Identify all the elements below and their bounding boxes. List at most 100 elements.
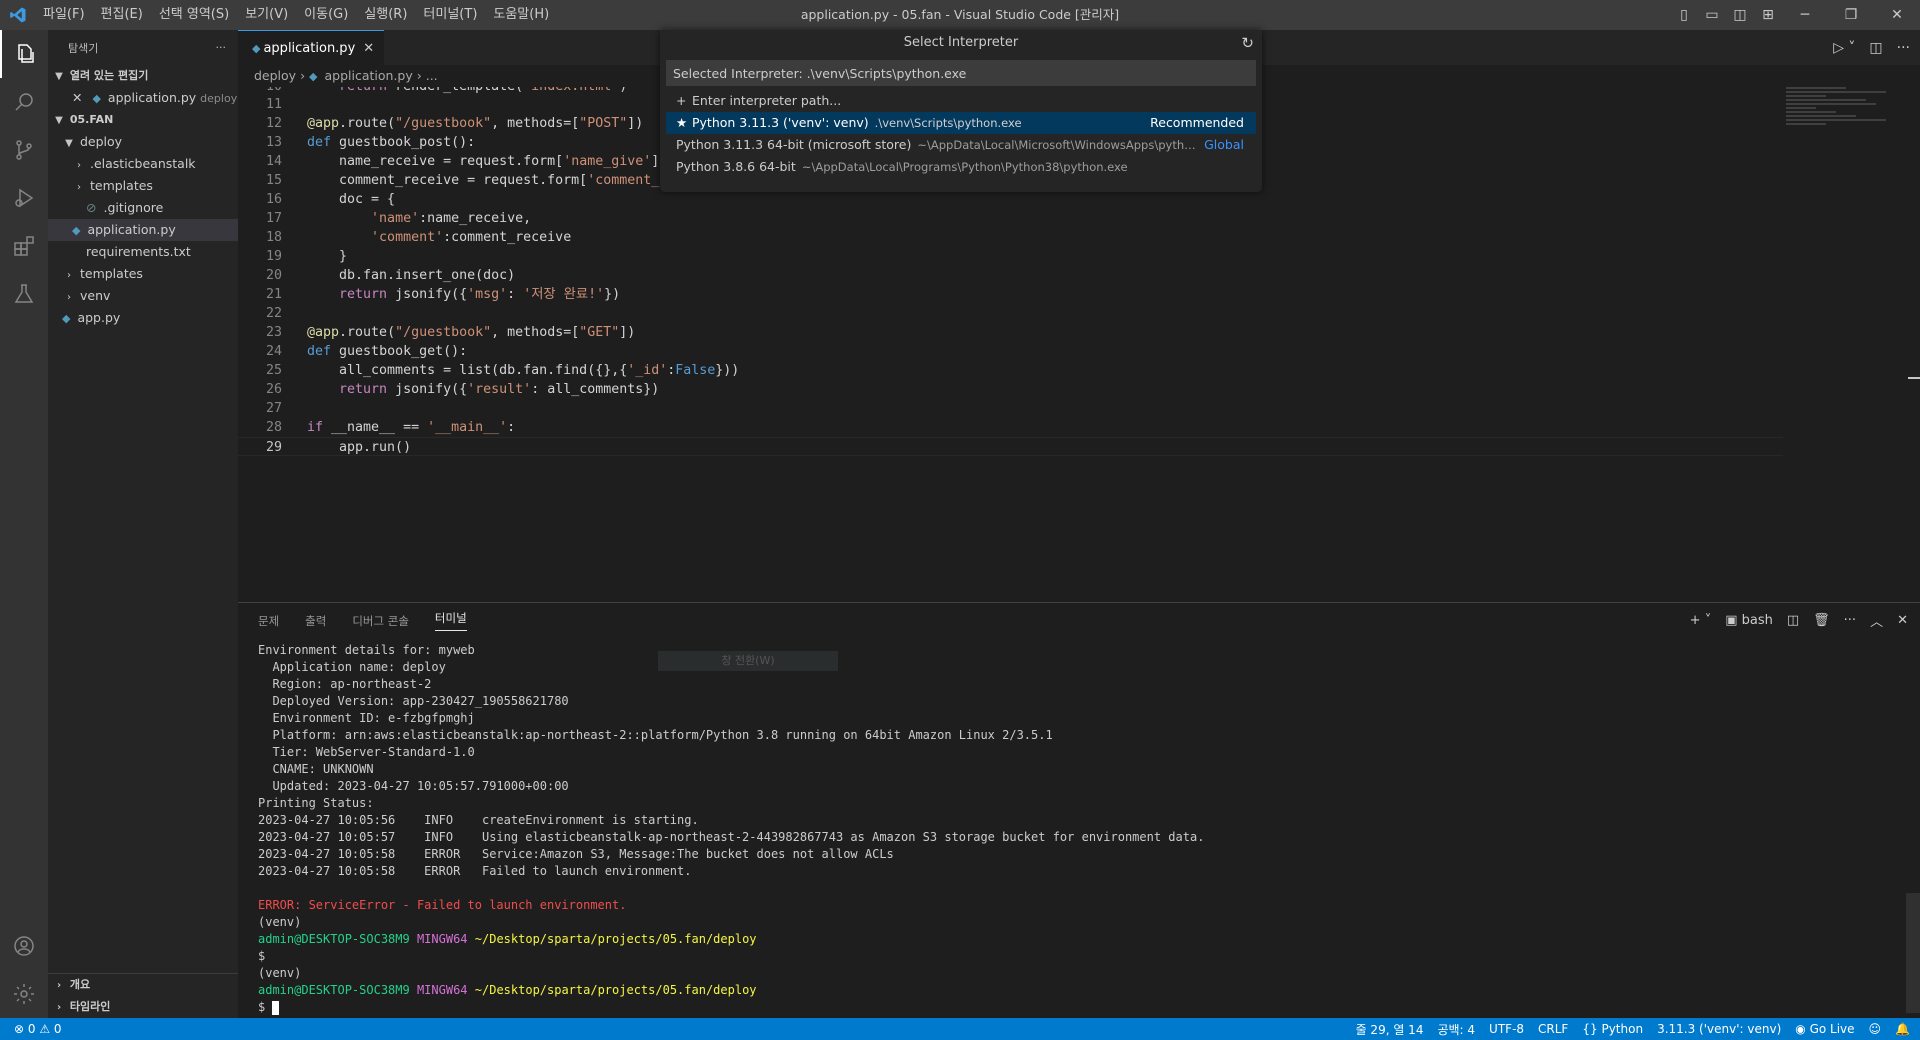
- tree-file-requirements[interactable]: requirements.txt: [48, 241, 238, 263]
- split-terminal-icon[interactable]: ◫: [1787, 613, 1799, 628]
- code-line[interactable]: 22: [238, 304, 1783, 323]
- enter-interpreter-path-item[interactable]: + Enter interpreter path...: [666, 90, 1256, 112]
- terminal-scrollbar[interactable]: [1906, 893, 1920, 1013]
- tree-folder-venv[interactable]: › venv: [48, 285, 238, 307]
- tab-output[interactable]: 출력: [305, 613, 326, 629]
- toggle-sidebar-icon[interactable]: ▯: [1670, 0, 1698, 30]
- folder-label: templates: [79, 266, 143, 281]
- explorer-icon[interactable]: [0, 30, 48, 78]
- interpreter-item-py38[interactable]: Python 3.8.6 64-bit ~\AppData\Local\Prog…: [666, 156, 1256, 178]
- prompt-user: admin@DESKTOP-SOC38M9: [258, 932, 410, 946]
- source-control-icon[interactable]: [0, 126, 48, 174]
- customize-layout-icon[interactable]: ⊞: [1754, 0, 1782, 30]
- interpreter-item-venv[interactable]: ★ Python 3.11.3 ('venv': venv) .\venv\Sc…: [666, 112, 1256, 134]
- open-editor-filename: application.py: [107, 90, 197, 105]
- menu-terminal[interactable]: 터미널(T): [415, 0, 485, 30]
- accounts-icon[interactable]: [0, 922, 48, 970]
- tab-terminal[interactable]: 터미널: [434, 610, 467, 631]
- toggle-secondary-sidebar-icon[interactable]: ◫: [1726, 0, 1754, 30]
- run-debug-icon[interactable]: [0, 174, 48, 222]
- code-line[interactable]: 29 app.run(): [238, 437, 1783, 456]
- kill-terminal-icon[interactable]: 🗑: [1813, 613, 1830, 628]
- menu-help[interactable]: 도움말(H): [485, 0, 557, 30]
- close-panel-icon[interactable]: ✕: [1897, 613, 1908, 628]
- more-actions-icon[interactable]: ···: [1897, 40, 1910, 56]
- code-line[interactable]: 24 def guestbook_get():: [238, 342, 1783, 361]
- problems-status[interactable]: ⊗ 0 ⚠ 0: [14, 1022, 62, 1036]
- breadcrumb-file[interactable]: application.py: [325, 68, 413, 83]
- maximize-panel-icon[interactable]: ︿: [1870, 611, 1883, 630]
- toggle-panel-icon[interactable]: ▭: [1698, 0, 1726, 30]
- breadcrumb-folder[interactable]: deploy: [254, 68, 296, 83]
- extensions-icon[interactable]: [0, 222, 48, 270]
- python-interpreter[interactable]: 3.11.3 ('venv': venv): [1657, 1022, 1781, 1036]
- more-actions-icon[interactable]: ···: [1844, 613, 1856, 628]
- close-editor-icon[interactable]: ✕: [72, 90, 82, 105]
- minimize-icon[interactable]: ─: [1782, 0, 1828, 30]
- split-editor-icon[interactable]: ◫: [1869, 40, 1882, 56]
- menu-edit[interactable]: 편집(E): [93, 0, 151, 30]
- code-line[interactable]: 23 @app.route("/guestbook", methods=["GET…: [238, 323, 1783, 342]
- terminal-prompt-line: admin@DESKTOP-SOC38M9 MINGW64 ~/Desktop/…: [258, 931, 1204, 948]
- code-line[interactable]: 17 'name':name_receive,: [238, 209, 1783, 228]
- menu-go[interactable]: 이동(G): [296, 0, 356, 30]
- close-tab-icon[interactable]: ✕: [363, 41, 374, 56]
- tree-folder-templates-inner[interactable]: › templates: [48, 175, 238, 197]
- breadcrumb-more[interactable]: ...: [426, 68, 438, 83]
- cursor-position[interactable]: 줄 29, 열 14: [1356, 1021, 1424, 1038]
- code-line[interactable]: 20 db.fan.insert_one(doc): [238, 266, 1783, 285]
- menu-view[interactable]: 보기(V): [237, 0, 296, 30]
- broadcast-icon: ◉: [1795, 1022, 1806, 1036]
- indentation[interactable]: 공백: 4: [1437, 1021, 1475, 1038]
- workspace-section[interactable]: ▼ 05.FAN: [48, 109, 238, 131]
- tree-file-application[interactable]: ◆ application.py: [48, 219, 238, 241]
- more-actions-icon[interactable]: ···: [216, 41, 227, 54]
- new-terminal-icon[interactable]: + ˅: [1690, 613, 1712, 628]
- tree-file-app[interactable]: ◆ app.py: [48, 307, 238, 329]
- feedback-icon[interactable]: ☺: [1869, 1022, 1882, 1036]
- open-editor-item[interactable]: ✕ ◆ application.py deploy: [48, 87, 238, 109]
- tab-application-py[interactable]: ◆ application.py ✕: [238, 30, 385, 65]
- interpreter-input[interactable]: Selected Interpreter: .\venv\Scripts\pyt…: [666, 60, 1256, 86]
- terminal-input-line[interactable]: $: [258, 999, 1204, 1016]
- menu-file[interactable]: 파일(F): [35, 0, 93, 30]
- language-mode[interactable]: {} Python: [1582, 1022, 1643, 1036]
- terminal-line: Region: ap-northeast-2: [258, 677, 432, 691]
- settings-gear-icon[interactable]: [0, 970, 48, 1018]
- code-line[interactable]: 16 doc = {: [238, 190, 1783, 209]
- code-line[interactable]: 18 'comment':comment_receive: [238, 228, 1783, 247]
- tree-folder-elasticbeanstalk[interactable]: › .elasticbeanstalk: [48, 153, 238, 175]
- code-line[interactable]: 28 if __name__ == '__main__':: [238, 418, 1783, 437]
- tree-file-gitignore[interactable]: ⊘ .gitignore: [48, 197, 238, 219]
- open-editors-section[interactable]: ▼ 열려 있는 편집기: [48, 65, 238, 87]
- line-content: [282, 399, 307, 418]
- tree-folder-deploy[interactable]: ▼ deploy: [48, 131, 238, 153]
- go-live[interactable]: ◉ Go Live: [1795, 1022, 1854, 1036]
- code-line[interactable]: 21 return jsonify({'msg': '저장 완료!'}): [238, 285, 1783, 304]
- menu-selection[interactable]: 선택 영역(S): [151, 0, 237, 30]
- terminal-shell-label[interactable]: ▣ bash: [1725, 613, 1773, 628]
- interpreter-item-store[interactable]: Python 3.11.3 64-bit (microsoft store) ~…: [666, 134, 1256, 156]
- terminal-output[interactable]: Environment details for: myweb Applicati…: [258, 642, 1204, 1016]
- code-line[interactable]: 25 all_comments = list(db.fan.find({},{'…: [238, 361, 1783, 380]
- restore-icon[interactable]: ❐: [1828, 0, 1874, 30]
- code-line[interactable]: 26 return jsonify({'result': all_comment…: [238, 380, 1783, 399]
- editor-scrollbar[interactable]: [1906, 87, 1920, 602]
- outline-section[interactable]: › 개요: [48, 974, 238, 996]
- code-line[interactable]: 19 }: [238, 247, 1783, 266]
- run-python-icon[interactable]: ▷ ˅: [1833, 40, 1855, 56]
- code-line[interactable]: 27: [238, 399, 1783, 418]
- encoding[interactable]: UTF-8: [1489, 1022, 1524, 1036]
- timeline-section[interactable]: › 타임라인: [48, 996, 238, 1018]
- testing-flask-icon[interactable]: [0, 270, 48, 318]
- search-icon[interactable]: [0, 78, 48, 126]
- close-window-icon[interactable]: ✕: [1874, 0, 1920, 30]
- notifications-bell-icon[interactable]: 🔔: [1895, 1022, 1910, 1036]
- line-ending[interactable]: CRLF: [1538, 1022, 1568, 1036]
- minimap[interactable]: [1786, 87, 1906, 167]
- refresh-icon[interactable]: ↻: [1241, 30, 1254, 56]
- tab-problems[interactable]: 문제: [258, 613, 279, 629]
- tab-debug-console[interactable]: 디버그 콘솔: [352, 613, 409, 629]
- tree-folder-templates[interactable]: › templates: [48, 263, 238, 285]
- menu-run[interactable]: 실행(R): [356, 0, 415, 30]
